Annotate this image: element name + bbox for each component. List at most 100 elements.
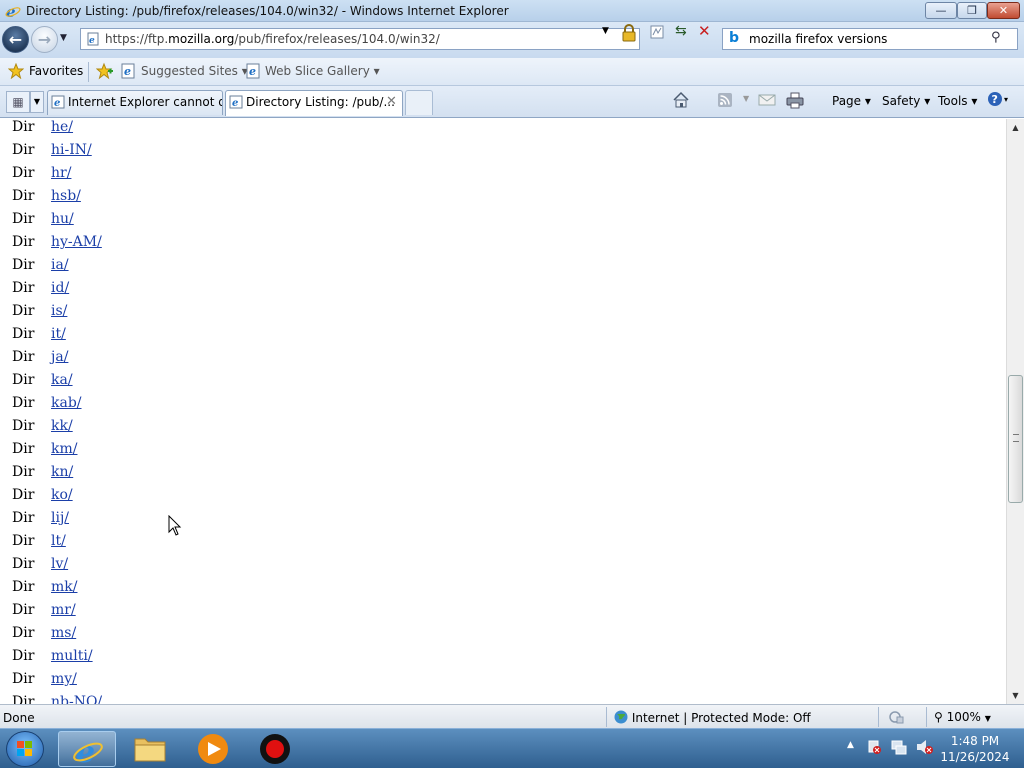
listing-row: Dir hsb/ [0,187,600,210]
safety-menu[interactable]: Safety ▾ [882,94,930,108]
directory-link[interactable]: lv/ [51,556,68,572]
listing-row: Dir ja/ [0,348,600,371]
directory-link[interactable]: ia/ [51,257,69,273]
tab-list-dropdown[interactable]: ▼ [30,91,44,113]
entry-type: Dir [12,602,35,618]
search-input[interactable] [749,31,989,47]
close-button[interactable]: ✕ [987,2,1020,19]
directory-link[interactable]: kk/ [51,418,73,434]
directory-link[interactable]: hsb/ [51,188,81,204]
show-hidden-icons-icon[interactable]: ▲ [847,740,854,750]
scroll-thumb[interactable] [1008,375,1023,503]
svg-text:?: ? [992,93,998,106]
bing-logo-icon: b [729,30,740,46]
compatibility-view-icon[interactable] [650,25,664,42]
action-center-icon[interactable] [866,739,882,758]
directory-link[interactable]: he/ [51,119,73,135]
record-icon [260,734,290,764]
directory-link[interactable]: it/ [51,326,66,342]
directory-link[interactable]: hy-AM/ [51,234,102,250]
directory-link[interactable]: hi-IN/ [51,142,92,158]
page-menu[interactable]: Page ▾ [832,94,871,108]
directory-link[interactable]: lij/ [51,510,69,526]
address-bar[interactable]: e https://ftp.mozilla.org/pub/firefox/re… [80,28,640,50]
feeds-dropdown-icon[interactable]: ▼ [743,94,749,103]
directory-link[interactable]: lt/ [51,533,66,549]
directory-link[interactable]: multi/ [51,648,93,664]
taskbar-file-explorer[interactable] [121,731,179,767]
web-slice-gallery-button[interactable]: Web Slice Gallery ▾ [265,64,380,78]
tab-directory-listing[interactable]: e Directory Listing: /pub/... ✕ [225,90,403,116]
directory-link[interactable]: my/ [51,671,77,687]
directory-link[interactable]: mk/ [51,579,77,595]
home-icon[interactable] [672,91,690,112]
entry-type: Dir [12,280,35,296]
clock[interactable]: 1:48 PM 11/26/2024 [940,733,1010,765]
start-button[interactable] [6,731,44,767]
status-text: Done [3,711,35,725]
listing-row: Dir it/ [0,325,600,348]
mail-icon[interactable] [758,93,776,110]
directory-link[interactable]: kn/ [51,464,73,480]
tab-label: Directory Listing: /pub/... [246,95,395,109]
directory-link[interactable]: ka/ [51,372,73,388]
address-dropdown-icon[interactable]: ▼ [602,26,609,36]
search-icon[interactable]: ⚲ [991,30,1001,45]
scroll-up-arrow-icon[interactable]: ▲ [1007,119,1024,136]
vertical-scrollbar[interactable]: ▲ ▼ [1006,119,1024,704]
directory-link[interactable]: is/ [51,303,67,319]
taskbar-internet-explorer[interactable]: e [58,731,116,768]
favorites-button[interactable]: Favorites [29,64,83,78]
print-icon[interactable] [786,91,804,112]
directory-link[interactable]: kab/ [51,395,82,411]
directory-link[interactable]: ko/ [51,487,73,503]
volume-muted-icon[interactable] [916,739,934,758]
minimize-button[interactable]: — [925,2,957,19]
listing-row: Dir mr/ [0,601,600,624]
directory-link[interactable]: ms/ [51,625,76,641]
url-prefix: https://ftp. [105,32,169,46]
directory-link[interactable]: nb-NO/ [51,694,102,704]
directory-link[interactable]: km/ [51,441,77,457]
tools-menu[interactable]: Tools ▾ [938,94,977,108]
taskbar-recorder[interactable] [246,731,304,767]
scroll-down-arrow-icon[interactable]: ▼ [1007,687,1024,704]
listing-row: Dir my/ [0,670,600,693]
new-tab-button[interactable] [405,90,433,115]
directory-link[interactable]: ja/ [51,349,68,365]
tab-close-icon[interactable]: ✕ [386,94,397,109]
add-favorite-icon[interactable] [95,62,114,83]
help-dropdown[interactable]: ▾ [1004,95,1008,104]
recent-pages-dropdown[interactable]: ▼ [60,33,67,43]
maximize-button[interactable]: ❐ [957,2,987,19]
listing-row: Dir hy-AM/ [0,233,600,256]
back-button[interactable]: ← [2,26,29,53]
lock-icon[interactable] [621,24,637,45]
directory-link[interactable]: id/ [51,280,69,296]
address-toolbar: ← → ▼ e https://ftp.mozilla.org/pub/fire… [0,22,1024,58]
network-icon[interactable] [891,739,907,758]
zoom-control[interactable]: ⚲ 100% ▼ [934,710,991,724]
listing-row: Dir mk/ [0,578,600,601]
quick-tabs-button[interactable]: ▦ [6,91,30,113]
listing-row: Dir lv/ [0,555,600,578]
refresh-icon[interactable]: ⇆ [675,23,687,39]
taskbar-media-player[interactable] [184,731,242,767]
protected-mode-icon[interactable] [888,710,904,727]
directory-link[interactable]: mr/ [51,602,76,618]
url-host: mozilla.org [168,32,235,46]
directory-link[interactable]: hu/ [51,211,74,227]
forward-button[interactable]: → [31,26,58,53]
security-zone[interactable]: Internet | Protected Mode: Off [614,710,811,725]
search-box[interactable]: b ⚲ [722,28,1018,50]
entry-type: Dir [12,533,35,549]
taskbar: e ▲ 1:48 PM 11/26/2024 [0,728,1024,768]
help-icon[interactable]: ? [987,91,1003,110]
feeds-icon[interactable] [717,92,733,111]
listing-row: Dir ms/ [0,624,600,647]
tab-ie-cannot-display[interactable]: e Internet Explorer cannot di... [47,90,223,115]
suggested-sites-button[interactable]: Suggested Sites ▾ [141,64,248,78]
grip-icon [1013,434,1019,442]
directory-link[interactable]: hr/ [51,165,71,181]
stop-icon[interactable]: ✕ [698,22,711,40]
